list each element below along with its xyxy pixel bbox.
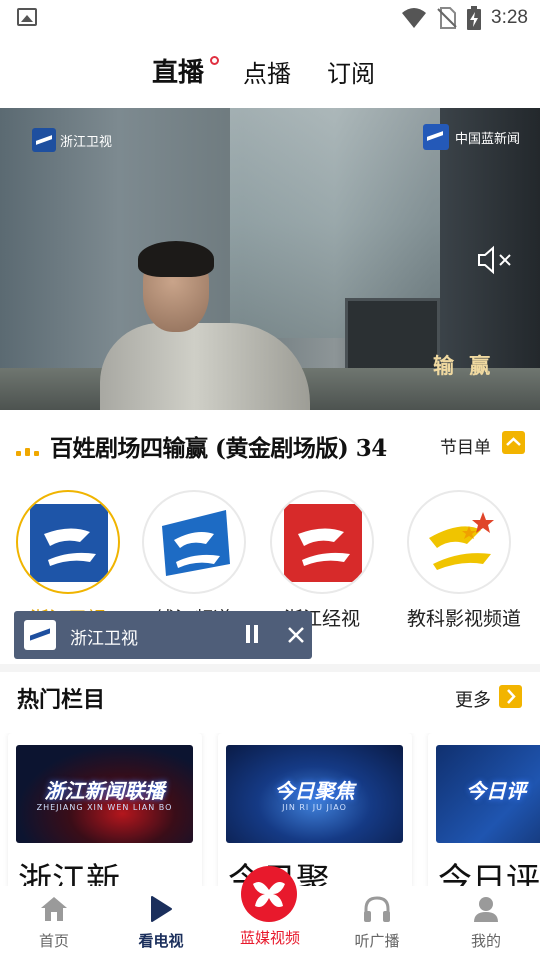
mini-player[interactable]: 浙江卫视 xyxy=(14,611,312,659)
live-bars-icon xyxy=(16,448,39,456)
close-icon[interactable] xyxy=(284,623,308,647)
status-bar: 3:28 xyxy=(0,0,540,36)
more-link[interactable]: 更多 xyxy=(455,686,491,712)
tab-on-demand[interactable]: 点播 xyxy=(243,54,291,89)
column-thumbnail: 今日聚焦 JIN RI JU JIAO xyxy=(226,745,403,843)
zhejiang-tv-logo-icon xyxy=(32,128,56,152)
play-icon xyxy=(151,896,172,922)
channel-zhejiang-economic[interactable]: 浙江经视 xyxy=(270,490,374,631)
bottom-nav: 首页 看电视 蓝媒视频 听广播 我的 xyxy=(0,866,540,960)
tab-subscribe[interactable]: 订阅 xyxy=(327,54,375,89)
nav-blue-media-video[interactable]: 蓝媒视频 xyxy=(225,927,315,948)
news-watermark: 中国蓝新闻 xyxy=(422,124,520,150)
image-icon xyxy=(17,8,37,26)
bluemedia-logo-icon[interactable] xyxy=(241,866,297,922)
column-thumbnail: 今日评 xyxy=(436,745,540,843)
program-title: 百姓剧场四输赢 (黄金剧场版) 34 xyxy=(50,435,387,462)
live-indicator-dot xyxy=(210,56,219,65)
pause-icon[interactable] xyxy=(244,625,260,645)
no-sim-icon xyxy=(437,7,457,29)
nav-radio[interactable]: 听广播 xyxy=(332,894,422,951)
wifi-icon xyxy=(402,8,427,28)
column-card[interactable]: 今日评 今日评 xyxy=(428,733,540,893)
profile-icon xyxy=(474,897,498,922)
zhejiang-economic-logo-icon xyxy=(284,504,362,582)
chevron-right-icon[interactable] xyxy=(499,685,522,708)
qianjiang-logo-icon xyxy=(162,510,230,576)
video-subtitle: 输 赢 xyxy=(433,354,495,378)
channel-education[interactable]: 教科影视频道 xyxy=(407,490,521,631)
nav-home[interactable]: 首页 xyxy=(9,894,99,951)
education-channel-logo-icon xyxy=(429,512,494,570)
mini-player-title: 浙江卫视 xyxy=(70,629,138,649)
top-tabs: 直播 点播 订阅 xyxy=(0,40,540,102)
channel-zhejiang-tv[interactable]: 浙江卫视 xyxy=(16,490,120,631)
battery-charging-icon xyxy=(467,6,482,30)
nav-watch-tv[interactable]: 看电视 xyxy=(116,894,206,951)
tab-live[interactable]: 直播 xyxy=(152,52,204,89)
section-title: 热门栏目 xyxy=(17,688,106,713)
column-card[interactable]: 浙江新闻联播 ZHEJIANG XIN WEN LIAN BO 浙江新 xyxy=(8,733,202,893)
china-blue-logo-icon xyxy=(422,124,449,150)
schedule-link[interactable]: 节目单 xyxy=(440,433,491,458)
channel-watermark: 浙江卫视 xyxy=(32,128,112,152)
column-thumbnail: 浙江新闻联播 ZHEJIANG XIN WEN LIAN BO xyxy=(16,745,193,843)
nav-mine[interactable]: 我的 xyxy=(441,894,531,951)
headphones-icon xyxy=(364,896,390,922)
section-divider xyxy=(0,664,540,672)
mute-icon[interactable] xyxy=(476,245,516,275)
zhejiang-tv-logo-icon xyxy=(30,504,108,582)
home-icon xyxy=(41,897,67,921)
chevron-up-icon[interactable] xyxy=(502,431,525,454)
clock: 3:28 xyxy=(491,7,528,28)
channel-qianjiang[interactable]: 钱江频道 xyxy=(142,490,246,631)
program-info: 百姓剧场四输赢 (黄金剧场版) 34 节目单 xyxy=(0,410,540,476)
zhejiang-tv-logo-icon xyxy=(24,620,56,650)
